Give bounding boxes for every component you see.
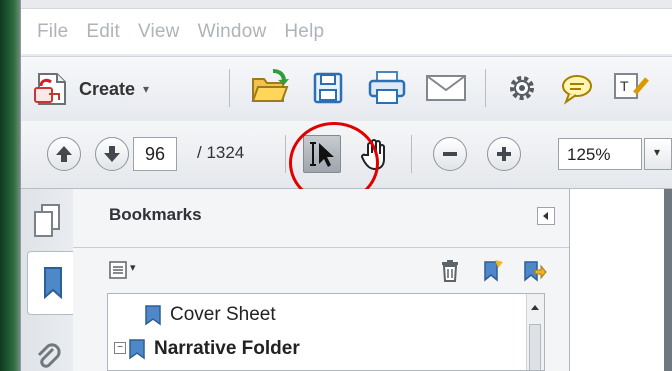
page-count: / 1324: [197, 143, 245, 162]
scroll-up-arrow-icon: [531, 305, 539, 310]
new-bookmark-icon[interactable]: [481, 258, 505, 284]
minus-icon: [443, 152, 457, 156]
create-button[interactable]: Create ▾: [33, 67, 178, 111]
chevron-down-icon: ▾: [130, 262, 136, 274]
paperclip-icon[interactable]: [35, 339, 61, 371]
options-menu-button[interactable]: ▾: [109, 259, 143, 281]
create-label: Create: [79, 78, 136, 99]
typewriter-icon[interactable]: T: [611, 69, 651, 107]
email-icon[interactable]: [425, 73, 467, 103]
arrow-down-icon: [104, 146, 120, 162]
save-icon[interactable]: [311, 71, 345, 105]
chevron-down-icon: ▾: [654, 145, 661, 159]
zoom-level-value: 125%: [567, 145, 611, 164]
navigation-pane-strip: [21, 189, 76, 371]
open-folder-icon[interactable]: [249, 67, 291, 109]
bookmark-label: Narrative Folder: [154, 338, 300, 359]
print-icon[interactable]: [367, 70, 407, 106]
bookmarks-tab[interactable]: [27, 251, 76, 315]
bookmark-ribbon-icon: [145, 305, 161, 326]
toolbar-separator: [411, 135, 412, 173]
toolbar-separator: [485, 69, 486, 107]
plus-icon: [497, 147, 511, 161]
zoom-out-button[interactable]: [433, 137, 467, 171]
bookmark-label: Cover Sheet: [170, 304, 276, 325]
bookmark-list-scrollbar[interactable]: [526, 294, 544, 370]
menu-edit[interactable]: Edit: [86, 21, 120, 43]
arrow-up-icon: [56, 146, 72, 162]
page-thumbnails-icon[interactable]: [33, 203, 61, 239]
expand-bookmark-icon[interactable]: [521, 258, 547, 284]
menu-file[interactable]: File: [37, 21, 68, 43]
bookmark-item-narrative-folder[interactable]: Narrative Folder: [128, 332, 300, 366]
toolbar-separator: [285, 135, 286, 173]
toolbar-separator: [229, 69, 230, 107]
menu-window[interactable]: Window: [198, 21, 267, 43]
bookmark-ribbon-icon: [129, 339, 145, 360]
expand-collapse-toggle[interactable]: −: [114, 342, 126, 354]
gear-icon[interactable]: [505, 71, 539, 105]
bookmarks-panel: Bookmarks ▾ Cover Sheet − Narrative Fold…: [73, 189, 570, 371]
menu-bar: File Edit View Window Help: [21, 8, 672, 54]
bookmark-list: Cover Sheet − Narrative Folder: [107, 293, 545, 371]
collapse-panel-button[interactable]: [537, 207, 555, 225]
zoom-level-field[interactable]: 125%: [558, 138, 642, 170]
next-page-button[interactable]: [95, 137, 129, 171]
desktop-background: [0, 0, 20, 371]
scrollbar-thumb[interactable]: [529, 324, 541, 370]
document-page[interactable]: [570, 189, 664, 371]
menu-help[interactable]: Help: [284, 21, 324, 43]
panel-header: Bookmarks: [73, 189, 569, 248]
chevron-left-icon: [543, 212, 548, 220]
comment-icon[interactable]: [559, 71, 595, 105]
previous-page-button[interactable]: [47, 137, 81, 171]
chevron-down-icon: ▾: [143, 82, 150, 96]
bookmark-item-cover-sheet[interactable]: Cover Sheet: [144, 298, 276, 332]
document-view[interactable]: [570, 189, 672, 371]
list-options-icon: [109, 261, 127, 279]
page-number-input[interactable]: [133, 137, 177, 171]
zoom-dropdown-button[interactable]: ▾: [644, 138, 672, 170]
menu-view[interactable]: View: [138, 21, 180, 43]
bookmark-ribbon-icon: [44, 267, 62, 300]
main-toolbar: Create ▾ T: [21, 56, 672, 122]
bookmarks-toolbar: ▾: [73, 249, 569, 293]
panel-title: Bookmarks: [109, 205, 202, 224]
zoom-in-button[interactable]: [487, 137, 521, 171]
acrobat-window: File Edit View Window Help Create ▾ T 96…: [20, 0, 672, 371]
create-pdf-icon: [34, 73, 66, 105]
trash-icon[interactable]: [439, 259, 461, 283]
svg-text:T: T: [620, 78, 629, 94]
